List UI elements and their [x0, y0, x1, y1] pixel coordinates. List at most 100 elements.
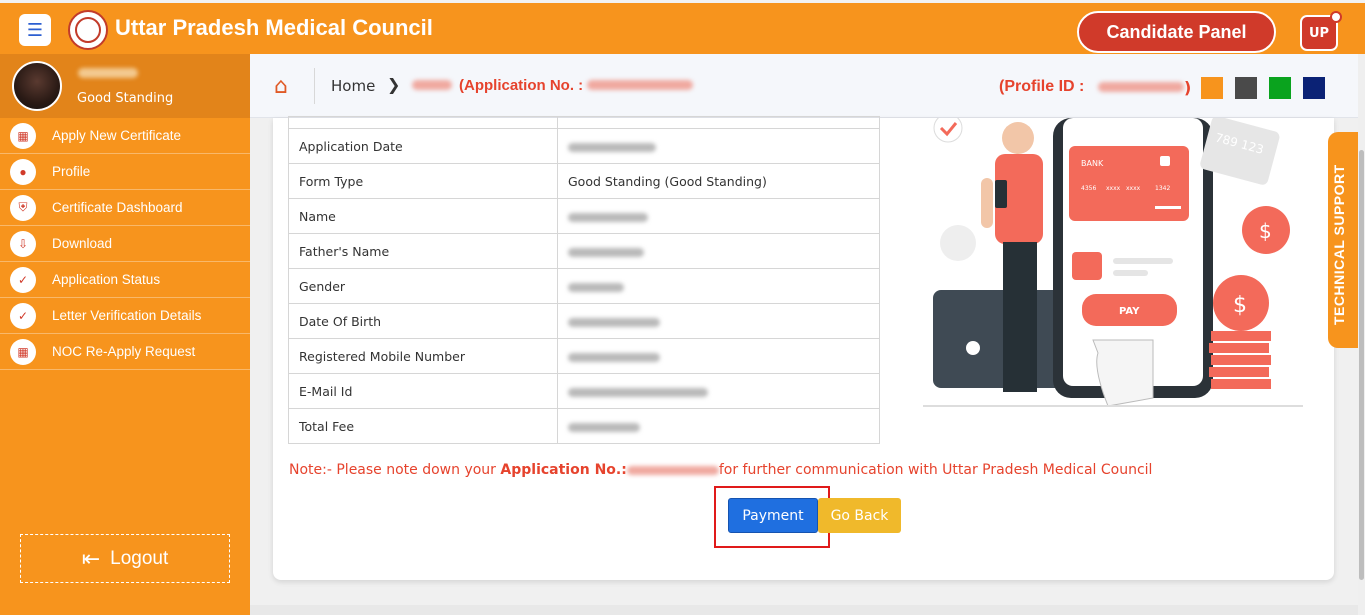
sidebar-item-certificate-dashboard[interactable]: ⛨ Certificate Dashboard — [0, 190, 250, 226]
row-label: Registered Mobile Number — [288, 338, 558, 374]
sidebar-item-noc-reapply[interactable]: ▦ NOC Re-Apply Request — [0, 334, 250, 370]
bank-card-label: BANK — [1081, 159, 1104, 168]
top-header: ☰ Uttar Pradesh Medical Council Candidat… — [0, 0, 1365, 54]
note-suffix: for further communication with Uttar Pra… — [718, 462, 1153, 478]
sidebar-item-label: Letter Verification Details — [52, 308, 202, 323]
theme-swatch-orange[interactable] — [1201, 77, 1223, 99]
sidebar-item-label: Download — [52, 236, 113, 251]
sidebar-item-label: Profile — [52, 164, 91, 179]
logout-icon: ⇤ — [81, 545, 101, 571]
check-circle-icon: ✓ — [10, 302, 36, 329]
theme-swatch-gray[interactable] — [1235, 77, 1257, 99]
card-digits-2: xxxx — [1106, 185, 1121, 192]
table-row: E-Mail Id — [288, 373, 880, 409]
payment-illustration: BANK 4356 xxxx xxxx 1342 PAY 789 123 $ $ — [923, 118, 1303, 407]
user-badge[interactable]: UP — [1300, 11, 1342, 51]
check-circle-icon: ✓ — [10, 266, 36, 293]
row-value-redacted — [557, 128, 880, 164]
table-row: Form Type Good Standing (Good Standing) — [288, 163, 880, 199]
sidebar-item-label: NOC Re-Apply Request — [52, 344, 196, 359]
user-badge-label: UP — [1308, 25, 1330, 41]
profile-id-label: (Profile ID : — [999, 78, 1085, 95]
row-label: E-Mail Id — [288, 373, 558, 409]
candidate-panel-button[interactable]: Candidate Panel — [1077, 11, 1276, 53]
sidebar-item-download[interactable]: ⇩ Download — [0, 226, 250, 262]
sidebar-item-letter-verification[interactable]: ✓ Letter Verification Details — [0, 298, 250, 334]
logout-label: Logout — [110, 547, 169, 569]
breadcrumb-redacted-application-no — [587, 80, 693, 90]
sidebar-item-profile[interactable]: ● Profile — [0, 154, 250, 190]
sidebar-nav: ▦ Apply New Certificate ● Profile ⛨ Cert… — [0, 118, 250, 370]
row-value-redacted — [557, 233, 880, 269]
sidebar: Good Standing ▦ Apply New Certificate ● … — [0, 54, 250, 615]
breadcrumb-redacted-name — [412, 80, 452, 90]
svg-text:$: $ — [1233, 293, 1247, 318]
table-row: Father's Name — [288, 233, 880, 269]
application-details-table: Application Date Form Type Good Standing… — [288, 116, 880, 444]
app-title: Uttar Pradesh Medical Council — [115, 15, 433, 40]
card-digits-1: 4356 — [1081, 185, 1096, 192]
row-label: Gender — [288, 268, 558, 304]
person-legs — [1003, 242, 1037, 392]
profile-id-close: ) — [1184, 78, 1192, 97]
profile-summary: Good Standing — [0, 54, 250, 118]
table-row: Application Date — [288, 128, 880, 164]
technical-support-label: TECHNICAL SUPPORT — [1331, 164, 1347, 325]
home-icon[interactable]: ⌂ — [274, 74, 288, 99]
row-value-redacted — [557, 373, 880, 409]
grid-icon: ▦ — [10, 122, 36, 149]
wallet-shape — [933, 290, 1063, 388]
breadcrumb: ⌂ Home ❯ (Application No. : (Profile ID … — [250, 54, 1358, 118]
table-row: Name — [288, 198, 880, 234]
grid-icon: ▦ — [10, 338, 36, 365]
row-value-redacted — [557, 408, 880, 444]
table-row: Gender — [288, 268, 880, 304]
row-label: Total Fee — [288, 408, 558, 444]
profile-status: Good Standing — [77, 91, 174, 106]
payment-button[interactable]: Payment — [728, 498, 818, 533]
note-prefix: Note:- Please note down your — [289, 462, 501, 478]
application-note: Note:- Please note down your Application… — [289, 462, 1152, 478]
row-value-redacted — [557, 338, 880, 374]
theme-swatch-navy[interactable] — [1303, 77, 1325, 99]
row-value-redacted — [557, 303, 880, 339]
table-row: Registered Mobile Number — [288, 338, 880, 374]
chevron-right-icon: ❯ — [387, 75, 401, 94]
table-row: Total Fee — [288, 408, 880, 444]
note-bold: Application No.: — [500, 462, 627, 478]
sidebar-item-label: Apply New Certificate — [52, 128, 182, 143]
theme-swatch-green[interactable] — [1269, 77, 1291, 99]
table-row — [288, 116, 880, 129]
table-row: Date Of Birth — [288, 303, 880, 339]
council-seal-logo — [68, 10, 108, 50]
breadcrumb-home[interactable]: Home — [331, 77, 375, 95]
note-application-no-redacted — [626, 465, 719, 475]
svg-text:$: $ — [1259, 219, 1272, 243]
go-back-button[interactable]: Go Back — [818, 498, 901, 533]
sidebar-item-apply-new-certificate[interactable]: ▦ Apply New Certificate — [0, 118, 250, 154]
row-value: Good Standing (Good Standing) — [557, 163, 880, 199]
illustration-pay-label: PAY — [1119, 306, 1140, 317]
sidebar-item-label: Application Status — [52, 272, 161, 287]
download-icon: ⇩ — [10, 230, 36, 257]
profile-id-redacted — [1098, 82, 1184, 92]
bottom-strip — [250, 605, 1358, 615]
row-value-redacted — [557, 198, 880, 234]
logout-button[interactable]: ⇤ Logout — [20, 534, 230, 583]
avatar — [12, 61, 62, 111]
breadcrumb-application-label: (Application No. : — [459, 77, 584, 94]
profile-name-redacted — [78, 68, 138, 78]
notification-dot-icon — [1330, 11, 1342, 23]
row-label: Name — [288, 198, 558, 234]
sidebar-item-application-status[interactable]: ✓ Application Status — [0, 262, 250, 298]
scrollbar-thumb[interactable] — [1359, 150, 1364, 580]
hamburger-icon[interactable]: ☰ — [19, 14, 51, 46]
bank-card — [1069, 146, 1189, 221]
card-digits-4: 1342 — [1155, 185, 1170, 192]
sidebar-item-label: Certificate Dashboard — [52, 200, 183, 215]
row-label: Date Of Birth — [288, 303, 558, 339]
card-digits-3: xxxx — [1126, 185, 1141, 192]
row-label: Form Type — [288, 163, 558, 199]
row-label: Application Date — [288, 128, 558, 164]
shield-icon: ⛨ — [10, 194, 36, 221]
